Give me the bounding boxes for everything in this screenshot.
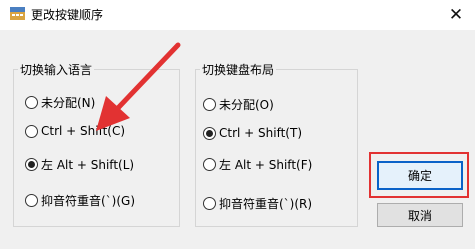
radio-button-icon [25, 96, 38, 109]
radio-layout-ctrl-shift[interactable]: Ctrl + Shift(T) [203, 126, 302, 140]
radio-label: 抑音符重音(`)(G) [41, 194, 136, 208]
close-icon: ✕ [448, 5, 464, 25]
ok-button[interactable]: 确定 [377, 161, 463, 190]
radio-button-icon [203, 197, 216, 210]
cancel-button[interactable]: 取消 [377, 203, 463, 227]
radio-input-grave-accent[interactable]: 抑音符重音(`)(G) [25, 192, 135, 209]
radio-button-icon [25, 194, 38, 207]
keyboard-app-icon [10, 7, 25, 20]
radio-button-icon [25, 124, 38, 138]
radio-input-left-alt-shift[interactable]: 左 Alt + Shift(L) [25, 156, 134, 173]
radio-input-ctrl-shift[interactable]: Ctrl + Shift(C) [25, 124, 125, 138]
radio-input-unassigned[interactable]: 未分配(N) [25, 94, 95, 111]
radio-label: 抑音符重音(`)(R) [219, 197, 313, 211]
radio-label: 左 Alt + Shift(L) [41, 158, 135, 172]
window-title: 更改按键顺序 [31, 8, 104, 22]
radio-layout-grave-accent[interactable]: 抑音符重音(`)(R) [203, 195, 312, 212]
radio-button-icon [25, 158, 38, 171]
radio-label: Ctrl + Shift(T) [219, 126, 303, 140]
radio-layout-unassigned[interactable]: 未分配(O) [203, 96, 274, 113]
radio-label: 未分配(N) [41, 96, 96, 110]
radio-label: 左 Alt + Shift(F) [219, 158, 313, 172]
radio-label: 未分配(O) [219, 98, 274, 112]
title-bar: 更改按键顺序 ✕ [0, 0, 475, 30]
radio-button-icon [203, 98, 216, 111]
keyboard-layout-legend: 切换键盘布局 [202, 63, 275, 77]
radio-label: Ctrl + Shift(C) [41, 124, 126, 138]
radio-button-icon [203, 158, 216, 171]
radio-layout-left-alt-shift[interactable]: 左 Alt + Shift(F) [203, 156, 312, 173]
radio-button-icon [203, 126, 216, 140]
input-language-legend: 切换输入语言 [20, 63, 93, 77]
close-button[interactable]: ✕ [437, 0, 475, 30]
